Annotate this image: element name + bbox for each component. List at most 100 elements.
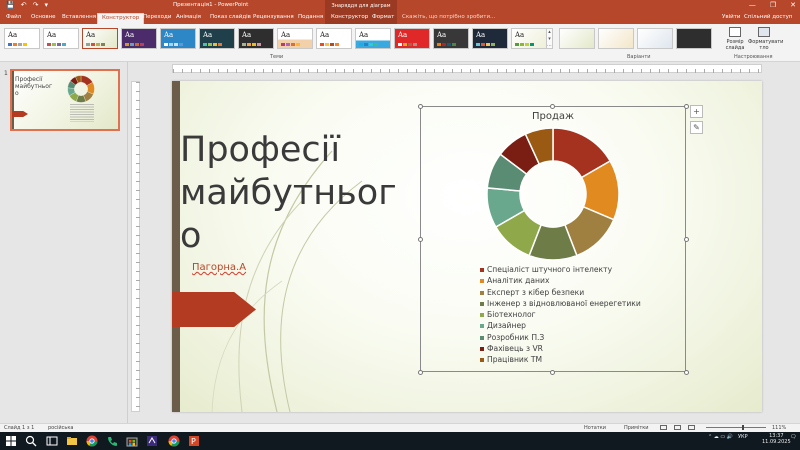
resize-handle[interactable] bbox=[418, 370, 423, 375]
chrome-icon[interactable] bbox=[86, 435, 98, 447]
legend-label: Фахівець з VR bbox=[487, 344, 543, 354]
slide-number: 1 bbox=[4, 70, 8, 77]
legend-item[interactable]: Спеціаліст штучного інтелекту bbox=[480, 265, 641, 276]
tab-insert[interactable]: Вставлення bbox=[62, 14, 96, 20]
theme-thumb[interactable]: Aa bbox=[160, 28, 196, 49]
tab-chart-design[interactable]: Конструктор bbox=[331, 14, 368, 20]
tab-transitions[interactable]: Переходи bbox=[143, 14, 171, 20]
theme-thumb[interactable]: Aa bbox=[121, 28, 157, 49]
minimize-button[interactable]: — bbox=[749, 1, 756, 9]
slide-size-button[interactable]: Розмір слайда bbox=[723, 27, 747, 51]
legend-item[interactable]: Працівник ТМ bbox=[480, 355, 641, 366]
ribbon-tabs: Файл Основне Вставлення Конструктор Пере… bbox=[0, 12, 800, 24]
slide-canvas[interactable]: Професії майбутньог о Пагорна.А Продаж С… bbox=[172, 81, 762, 412]
legend-label: Експерт з кібер безпеки bbox=[487, 287, 585, 297]
search-icon[interactable] bbox=[25, 435, 37, 447]
resize-handle[interactable] bbox=[684, 237, 689, 242]
resize-handle[interactable] bbox=[418, 104, 423, 109]
theme-thumb[interactable]: Aa bbox=[277, 28, 313, 49]
chart-elements-button[interactable]: + bbox=[690, 105, 703, 118]
tell-me-search[interactable]: Скажіть, що потрібно зробити... bbox=[402, 14, 495, 20]
qat-more-icon[interactable]: ▾ bbox=[44, 1, 48, 9]
file-explorer-icon[interactable] bbox=[66, 435, 78, 447]
share-button[interactable]: Спільний доступ bbox=[744, 14, 792, 20]
variant-thumb[interactable] bbox=[559, 28, 595, 49]
resize-handle[interactable] bbox=[684, 104, 689, 109]
title-bar: 💾 ↶ ↷ ▾ Презентація1 - PowerPoint Знаряд… bbox=[0, 0, 800, 12]
zoom-slider[interactable] bbox=[706, 427, 766, 428]
zoom-level[interactable]: 111% bbox=[772, 425, 786, 431]
normal-view-icon[interactable] bbox=[660, 425, 667, 430]
slide-subtitle[interactable]: Пагорна.А bbox=[192, 262, 246, 273]
legend-item[interactable]: Розробник П.З bbox=[480, 333, 641, 344]
legend-label: Дизайнер bbox=[487, 321, 526, 331]
legend-item[interactable]: Дизайнер bbox=[480, 321, 641, 332]
clock[interactable]: 13:37 11.09.2025 bbox=[762, 433, 791, 445]
tab-animations[interactable]: Анімація bbox=[176, 14, 201, 20]
theme-thumb[interactable]: Aa bbox=[316, 28, 352, 49]
legend-item[interactable]: Експерт з кібер безпеки bbox=[480, 288, 641, 299]
task-view-icon[interactable] bbox=[46, 435, 58, 447]
chart-styles-button[interactable]: ✎ bbox=[690, 121, 703, 134]
chart-legend[interactable]: Спеціаліст штучного інтелекту Аналітик да… bbox=[480, 265, 641, 367]
language-indicator[interactable]: російська bbox=[48, 425, 73, 431]
reading-view-icon[interactable] bbox=[688, 425, 695, 430]
variant-thumb[interactable] bbox=[676, 28, 712, 49]
donut-chart[interactable] bbox=[486, 127, 620, 261]
tab-home[interactable]: Основне bbox=[31, 14, 56, 20]
themes-scroll-icon[interactable]: ▴ ▾ ⋯ bbox=[546, 28, 553, 49]
variant-thumb[interactable] bbox=[637, 28, 673, 49]
tab-slideshow[interactable]: Показ слайдів bbox=[210, 14, 251, 20]
group-label-themes: Теми bbox=[270, 54, 284, 60]
legend-item[interactable]: Інженер з відновлюваної енерегетики bbox=[480, 299, 641, 310]
legend-swatch bbox=[480, 313, 484, 318]
tab-file[interactable]: Файл bbox=[6, 14, 21, 20]
sorter-view-icon[interactable] bbox=[674, 425, 681, 430]
theme-thumb[interactable]: Aa bbox=[511, 28, 547, 49]
theme-thumb[interactable]: Aa bbox=[394, 28, 430, 49]
tray-icons[interactable]: ⌃ ☁ ▭ 🔊 bbox=[708, 434, 733, 440]
theme-thumb-selected[interactable]: Aa bbox=[82, 28, 118, 49]
resize-handle[interactable] bbox=[418, 237, 423, 242]
tab-chart-format[interactable]: Формат bbox=[372, 14, 394, 20]
slide-thumbnail[interactable]: Професії майбутньог о bbox=[10, 69, 120, 131]
keyboard-language[interactable]: УКР bbox=[738, 434, 748, 440]
close-button[interactable]: ✕ bbox=[790, 1, 796, 9]
tab-review[interactable]: Рецензування bbox=[253, 14, 294, 20]
theme-thumb[interactable]: Aa bbox=[199, 28, 235, 49]
powerpoint-icon[interactable]: P bbox=[188, 435, 200, 447]
sign-in-link[interactable]: Увійти bbox=[722, 14, 740, 20]
zoom-thumb[interactable] bbox=[742, 425, 744, 430]
phone-app-icon[interactable] bbox=[106, 435, 118, 447]
theme-thumb[interactable]: Aa bbox=[355, 28, 391, 49]
legend-item[interactable]: Біотехнолог bbox=[480, 310, 641, 321]
theme-thumb[interactable]: Aa bbox=[4, 28, 40, 49]
notes-button[interactable]: Нотатки bbox=[584, 425, 606, 431]
tab-design[interactable]: Конструктор bbox=[97, 13, 145, 24]
resize-handle[interactable] bbox=[550, 104, 555, 109]
notifications-icon[interactable]: 🗨 bbox=[790, 434, 796, 440]
format-background-button[interactable]: Форматувати тло bbox=[748, 27, 783, 51]
legend-item[interactable]: Фахівець з VR bbox=[480, 344, 641, 355]
save-icon[interactable]: 💾 bbox=[6, 1, 15, 9]
resize-handle[interactable] bbox=[550, 370, 555, 375]
chart-title[interactable]: Продаж bbox=[518, 111, 588, 122]
variant-thumb[interactable] bbox=[598, 28, 634, 49]
windows-start-icon[interactable] bbox=[5, 435, 17, 447]
undo-icon[interactable]: ↶ bbox=[21, 1, 27, 9]
theme-thumb[interactable]: Aa bbox=[238, 28, 274, 49]
theme-thumb[interactable]: Aa bbox=[472, 28, 508, 49]
legend-item[interactable]: Аналітик даних bbox=[480, 276, 641, 287]
theme-thumb[interactable]: Aa bbox=[43, 28, 79, 49]
redo-icon[interactable]: ↷ bbox=[33, 1, 39, 9]
chrome-icon[interactable] bbox=[168, 435, 180, 447]
comments-button[interactable]: Примітки bbox=[624, 425, 649, 431]
tab-view[interactable]: Подання bbox=[298, 14, 323, 20]
resize-handle[interactable] bbox=[684, 370, 689, 375]
legend-label: Аналітик даних bbox=[487, 276, 550, 286]
vs-code-icon[interactable] bbox=[146, 435, 158, 447]
store-icon[interactable] bbox=[126, 435, 138, 447]
theme-thumb[interactable]: Aa bbox=[433, 28, 469, 49]
maximize-button[interactable]: ❐ bbox=[770, 1, 776, 9]
slide-title[interactable]: Професії майбутньог о bbox=[180, 129, 397, 258]
